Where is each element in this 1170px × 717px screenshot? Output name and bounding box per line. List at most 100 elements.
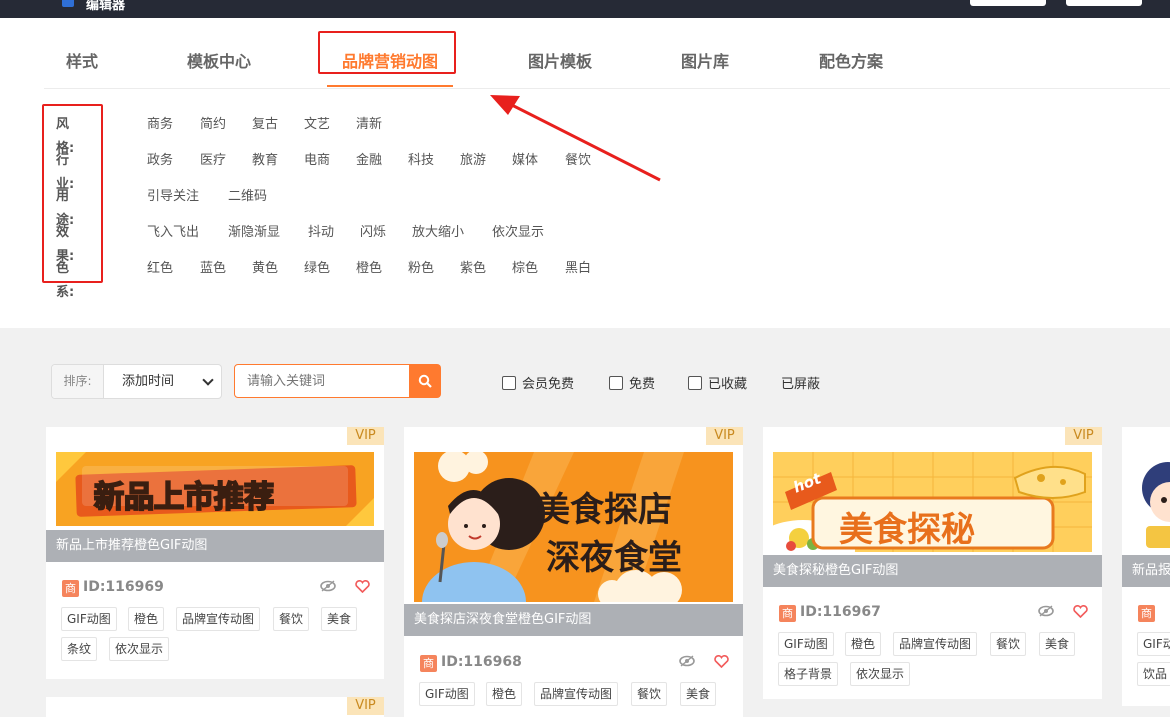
- card-id-text: ID:116968: [441, 654, 522, 670]
- thumbnail-text: 深夜食堂: [546, 538, 682, 578]
- favorite-heart-icon[interactable]: [355, 580, 370, 593]
- top-button-1[interactable]: [970, 0, 1046, 6]
- tag[interactable]: 饮品: [1137, 662, 1170, 686]
- checkbox-label: 已收藏: [708, 377, 748, 392]
- tag[interactable]: 餐饮: [990, 632, 1027, 656]
- card-id-text: ID:116967: [800, 604, 881, 620]
- filter-item[interactable]: 黄色: [252, 257, 278, 281]
- tag[interactable]: 美食: [1039, 632, 1076, 656]
- filter-item[interactable]: 黑白: [565, 257, 591, 281]
- annotation-arrow: [490, 95, 661, 182]
- tag[interactable]: 格子背景: [778, 662, 839, 686]
- search-input[interactable]: [234, 364, 410, 398]
- checkbox-icon: [609, 376, 623, 390]
- thumbnail-text: 新品上市推荐: [93, 479, 275, 516]
- blocked-link[interactable]: 已屏蔽: [781, 373, 820, 392]
- template-card[interactable]: 新品报 商 GIF动 饮品: [1122, 427, 1170, 706]
- vip-badge: VIP: [1065, 427, 1102, 445]
- search-icon: [418, 374, 432, 388]
- filter-item[interactable]: 粉色: [408, 257, 434, 281]
- commercial-badge: 商: [62, 580, 79, 597]
- filter-item[interactable]: 放大缩小: [412, 221, 464, 245]
- vip-badge: VIP: [706, 427, 743, 445]
- tag[interactable]: 品牌宣传动图: [534, 682, 619, 706]
- card-title[interactable]: 美食探秘橙色GIF动图: [763, 555, 1102, 587]
- template-card[interactable]: VIP: [46, 697, 384, 717]
- top-button-2[interactable]: [1066, 0, 1142, 6]
- filter-item[interactable]: 橙色: [356, 257, 382, 281]
- checkbox-free[interactable]: 免费: [609, 373, 655, 392]
- tab-color-scheme[interactable]: 配色方案: [819, 48, 883, 72]
- filter-item[interactable]: 闪烁: [360, 221, 386, 245]
- checkbox-vip-free[interactable]: 会员免费: [502, 373, 574, 392]
- card-id: 商 ID:116968: [420, 654, 522, 672]
- hide-eye-icon[interactable]: [679, 655, 695, 667]
- card-title[interactable]: 新品报: [1122, 555, 1170, 587]
- favorite-heart-icon[interactable]: [1073, 605, 1088, 618]
- tag[interactable]: GIF动图: [419, 682, 475, 706]
- commercial-badge: 商: [420, 655, 437, 672]
- checkbox-label: 免费: [629, 377, 656, 392]
- logo-text: 编辑器: [86, 0, 126, 13]
- tag[interactable]: 橙色: [128, 607, 165, 631]
- card-thumbnail[interactable]: hot 美食探秘: [773, 452, 1092, 552]
- card-id: 商: [1138, 604, 1159, 622]
- tag[interactable]: GIF动: [1137, 632, 1170, 656]
- tag[interactable]: 餐饮: [631, 682, 668, 706]
- hide-eye-icon[interactable]: [320, 580, 336, 592]
- filter-item[interactable]: 棕色: [512, 257, 538, 281]
- filter-item[interactable]: 渐隐渐显: [228, 221, 280, 245]
- card-id: 商 ID:116967: [779, 604, 881, 622]
- card-thumbnail[interactable]: [1132, 452, 1170, 552]
- tag[interactable]: 橙色: [845, 632, 882, 656]
- tag[interactable]: 依次显示: [850, 662, 911, 686]
- tag[interactable]: 美食: [680, 682, 717, 706]
- template-card[interactable]: VIP 美食探店 深夜食堂 美食探店深夜食堂橙色GIF动图 商 ID:116968…: [404, 427, 743, 717]
- tag[interactable]: 依次显示: [109, 637, 170, 661]
- filter-item[interactable]: 蓝色: [200, 257, 226, 281]
- card-thumbnail[interactable]: 新品上市推荐: [56, 452, 374, 526]
- filter-panel: 样式 模板中心 品牌营销动图 图片模板 图片库 配色方案 风格: 商务 简约 复…: [0, 18, 1170, 328]
- hide-eye-icon[interactable]: [1038, 605, 1054, 617]
- logo-icon: [62, 0, 74, 7]
- vip-badge: VIP: [347, 697, 384, 715]
- vip-badge: VIP: [347, 427, 384, 445]
- thumbnail-text: 美食探秘: [839, 510, 975, 550]
- commercial-badge: 商: [1138, 605, 1155, 622]
- filter-item[interactable]: 绿色: [304, 257, 330, 281]
- tag[interactable]: GIF动图: [778, 632, 834, 656]
- top-navbar: 编辑器: [0, 0, 1170, 18]
- sort-label: 排序:: [52, 365, 104, 398]
- logo[interactable]: 编辑器: [62, 0, 162, 13]
- filter-item[interactable]: 飞入飞出: [147, 221, 199, 245]
- commercial-badge: 商: [779, 605, 796, 622]
- template-card[interactable]: VIP hot 美食探秘 美食探秘橙色GIF动图 商 ID:116967 GIF动…: [763, 427, 1102, 699]
- checkbox-favorited[interactable]: 已收藏: [688, 373, 747, 392]
- tag[interactable]: 美食: [321, 607, 358, 631]
- sort-select[interactable]: 排序: 添加时间: [51, 364, 222, 399]
- card-title[interactable]: 美食探店深夜食堂橙色GIF动图: [404, 604, 743, 636]
- filter-item[interactable]: 红色: [147, 257, 173, 281]
- tag[interactable]: 品牌宣传动图: [893, 632, 978, 656]
- thumbnail-illustration: [1142, 462, 1170, 548]
- favorite-heart-icon[interactable]: [714, 655, 729, 668]
- tag[interactable]: 品牌宣传动图: [176, 607, 261, 631]
- checkbox-icon: [688, 376, 702, 390]
- filter-item[interactable]: 紫色: [460, 257, 486, 281]
- card-thumbnail[interactable]: 美食探店 深夜食堂: [414, 452, 733, 602]
- tag[interactable]: 餐饮: [273, 607, 310, 631]
- card-id: 商 ID:116969: [62, 579, 164, 597]
- checkbox-icon: [502, 376, 516, 390]
- filter-item[interactable]: 抖动: [308, 221, 334, 245]
- template-card[interactable]: VIP 新品上市推荐 新品上市推荐橙色GIF动图 商 ID:116969 GIF动…: [46, 427, 384, 679]
- card-id-text: ID:116969: [83, 579, 164, 595]
- tag[interactable]: GIF动图: [61, 607, 117, 631]
- search-button[interactable]: [409, 364, 441, 398]
- filter-item[interactable]: 依次显示: [492, 221, 544, 245]
- checkbox-label: 会员免费: [522, 377, 575, 392]
- chevron-down-icon: [202, 374, 214, 386]
- tag[interactable]: 橙色: [486, 682, 523, 706]
- sort-value: 添加时间: [122, 374, 175, 389]
- card-title[interactable]: 新品上市推荐橙色GIF动图: [46, 530, 384, 562]
- tag[interactable]: 条纹: [61, 637, 98, 661]
